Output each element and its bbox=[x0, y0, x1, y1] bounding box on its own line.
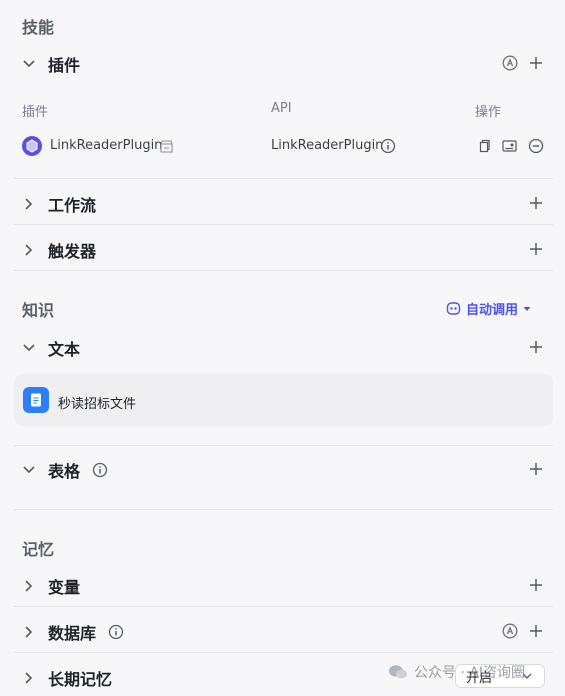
col-head-api: API bbox=[271, 101, 292, 116]
knowledge-item-card[interactable]: 秒读招标文件 bbox=[14, 374, 553, 426]
minus-circle-icon bbox=[528, 138, 544, 154]
wechat-icon bbox=[389, 665, 407, 679]
divider bbox=[14, 178, 553, 179]
plus-icon bbox=[530, 579, 542, 591]
add-workflow-button[interactable] bbox=[527, 194, 545, 212]
plus-icon bbox=[530, 243, 542, 255]
section-title-knowledge: 知识 bbox=[22, 301, 55, 320]
plugins-header[interactable]: 插件 bbox=[22, 52, 80, 76]
add-text-button[interactable] bbox=[527, 338, 545, 356]
plus-icon bbox=[530, 341, 542, 353]
robot-icon bbox=[446, 302, 461, 315]
workflow-label: 工作流 bbox=[48, 196, 97, 215]
plugin-name[interactable]: LinkReaderPlugin bbox=[50, 138, 162, 153]
add-trigger-button[interactable] bbox=[527, 240, 545, 258]
longterm-memory-header[interactable]: 长期记忆 bbox=[22, 666, 112, 690]
document-icon bbox=[23, 387, 49, 413]
plugins-label: 插件 bbox=[48, 56, 81, 75]
card-settings-icon[interactable] bbox=[501, 138, 518, 154]
add-database-button[interactable] bbox=[527, 622, 545, 640]
workflow-header[interactable]: 工作流 bbox=[22, 192, 96, 216]
plus-icon bbox=[530, 625, 542, 637]
section-title-memory: 记忆 bbox=[22, 540, 55, 559]
plugin-logo bbox=[22, 136, 42, 156]
longterm-memory-label: 长期记忆 bbox=[48, 670, 113, 689]
caret-down-icon bbox=[523, 306, 531, 311]
chevron-right-icon bbox=[25, 198, 33, 210]
divider bbox=[14, 606, 553, 607]
table-label: 表格 bbox=[48, 462, 81, 481]
variables-label: 变量 bbox=[48, 578, 81, 597]
divider bbox=[14, 652, 553, 653]
info-icon[interactable] bbox=[92, 462, 108, 478]
database-label: 数据库 bbox=[48, 624, 97, 643]
chevron-down-icon bbox=[23, 344, 35, 352]
auto-call-dropdown[interactable]: 自动调用 bbox=[446, 299, 531, 318]
add-plugin-button[interactable] bbox=[527, 54, 545, 72]
trigger-header[interactable]: 触发器 bbox=[22, 238, 96, 262]
plugin-api-name: LinkReaderPlugin bbox=[271, 138, 384, 153]
copy-icon[interactable] bbox=[476, 138, 492, 154]
knowledge-item-name: 秒读招标文件 bbox=[58, 397, 137, 412]
auto-call-label: 自动调用 bbox=[466, 303, 519, 318]
table-header[interactable]: 表格 bbox=[22, 458, 108, 482]
col-head-actions: 操作 bbox=[475, 105, 502, 120]
divider bbox=[14, 270, 553, 271]
store-icon[interactable] bbox=[158, 138, 174, 154]
trigger-label: 触发器 bbox=[48, 242, 97, 261]
section-title-skills: 技能 bbox=[22, 18, 55, 37]
info-icon[interactable] bbox=[108, 624, 124, 640]
info-icon[interactable] bbox=[379, 137, 396, 154]
variables-header[interactable]: 变量 bbox=[22, 574, 80, 598]
divider bbox=[14, 445, 553, 446]
add-table-button[interactable] bbox=[527, 460, 545, 478]
plus-icon bbox=[530, 57, 542, 69]
auto-a-icon[interactable] bbox=[501, 622, 519, 640]
plus-icon bbox=[530, 463, 542, 475]
watermark: 公众号 · AI咨询圈 bbox=[388, 662, 525, 682]
chevron-down-icon bbox=[23, 60, 35, 68]
text-header[interactable]: 文本 bbox=[22, 336, 80, 360]
divider bbox=[14, 224, 553, 225]
remove-plugin-button[interactable] bbox=[527, 137, 545, 155]
chevron-right-icon bbox=[25, 244, 33, 256]
chevron-right-icon bbox=[25, 580, 33, 592]
database-header[interactable]: 数据库 bbox=[22, 620, 124, 644]
text-label: 文本 bbox=[48, 340, 81, 359]
auto-a-icon[interactable] bbox=[501, 54, 519, 72]
chevron-down-icon bbox=[23, 466, 35, 474]
chevron-right-icon bbox=[25, 626, 33, 638]
divider bbox=[14, 509, 553, 510]
plus-icon bbox=[530, 197, 542, 209]
add-variable-button[interactable] bbox=[527, 576, 545, 594]
chevron-right-icon bbox=[25, 672, 33, 684]
watermark-text: 公众号 · AI咨询圈 bbox=[414, 665, 526, 681]
col-head-plugin: 插件 bbox=[22, 105, 49, 120]
